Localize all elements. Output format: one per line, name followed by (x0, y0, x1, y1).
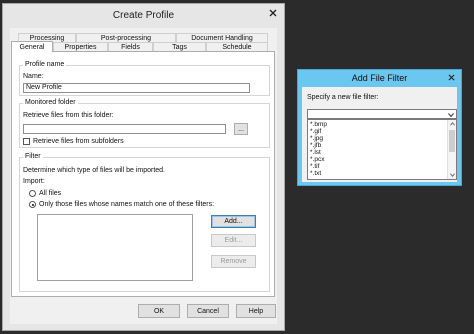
list-item[interactable]: *.jfb (310, 142, 321, 149)
edit-filter-button[interactable]: Edit... (211, 234, 256, 247)
help-button[interactable]: Help (236, 304, 276, 318)
filter-combo-input[interactable] (307, 109, 457, 119)
tab-general[interactable]: General (11, 41, 53, 52)
folder-path-input[interactable] (23, 124, 226, 134)
filter-options-list[interactable]: *.bmp *.gif *.jpg *.jfb *.lst *.pcx *.ti… (307, 119, 457, 180)
add-file-filter-titlebar[interactable]: Add File Filter (298, 70, 461, 86)
close-icon (447, 74, 455, 81)
tab-properties[interactable]: Properties (53, 42, 108, 51)
tab-fields[interactable]: Fields (108, 42, 153, 51)
filter-group: Filter Determine which type of files wil… (19, 153, 270, 292)
list-item[interactable]: *.lst (310, 149, 321, 156)
scroll-up-button[interactable] (448, 120, 456, 128)
chevron-up-icon (449, 122, 455, 126)
list-item[interactable]: *.jpg (310, 135, 323, 142)
create-profile-title: Create Profile (112, 9, 175, 21)
create-profile-titlebar[interactable]: Create Profile (3, 4, 284, 26)
filter-prompt: Specify a new file filter: (307, 94, 379, 101)
close-icon (269, 9, 277, 16)
profile-name-value: New Profile (26, 84, 62, 91)
only-files-label: Only those files whose names match one o… (39, 201, 215, 208)
filter-close-button[interactable] (444, 72, 458, 83)
tab-tags[interactable]: Tags (153, 42, 206, 51)
profile-name-group-title: Profile name (23, 61, 67, 68)
filter-list[interactable] (37, 214, 193, 281)
browse-button[interactable]: ... (234, 123, 248, 135)
filter-list-scrollbar[interactable] (447, 120, 456, 179)
add-filter-button[interactable]: Add... (211, 215, 256, 228)
filter-group-title: Filter (23, 153, 43, 160)
add-file-filter-title: Add File Filter (351, 73, 408, 83)
list-item[interactable]: *.pcx (310, 156, 324, 163)
filter-description: Determine which type of files will be im… (23, 167, 166, 174)
chevron-down-icon (449, 173, 455, 177)
list-item[interactable]: *.tif (310, 163, 319, 170)
all-files-label: All files (39, 190, 62, 197)
create-profile-window: Create Profile Processing Post-processin… (2, 3, 285, 331)
list-item[interactable]: *.bmp (310, 121, 327, 128)
monitored-folder-group-title: Monitored folder (23, 99, 78, 106)
monitored-folder-group: Monitored folder Retrieve files from thi… (19, 99, 270, 148)
list-item[interactable]: *.txt (310, 170, 321, 177)
ok-button[interactable]: OK (138, 304, 180, 318)
add-file-filter-client: Specify a new file filter: *.bmp *.gif *… (302, 87, 457, 182)
cancel-button[interactable]: Cancel (187, 304, 229, 318)
retrieve-folder-label: Retrieve files from this folder: (23, 112, 114, 119)
create-profile-client: Processing Post-processing Document Hand… (10, 28, 277, 324)
subfolders-label: Retrieve files from subfolders (33, 138, 124, 145)
all-files-radio[interactable] (29, 190, 36, 197)
tab-post-processing[interactable]: Post-processing (76, 33, 176, 42)
chevron-down-icon (448, 112, 454, 117)
tab-schedule[interactable]: Schedule (206, 42, 268, 51)
scroll-thumb[interactable] (449, 130, 455, 152)
profile-name-input[interactable]: New Profile (23, 83, 250, 93)
close-button[interactable] (263, 6, 283, 19)
import-label: Import: (23, 178, 45, 185)
subfolders-checkbox[interactable] (23, 138, 30, 145)
add-file-filter-window: Add File Filter Specify a new file filte… (297, 69, 462, 186)
name-label: Name: (23, 73, 44, 80)
tab-document-handling[interactable]: Document Handling (176, 33, 268, 42)
profile-name-group: Profile name Name: New Profile (19, 61, 270, 96)
list-item[interactable]: *.gif (310, 128, 321, 135)
tab-page-general: Profile name Name: New Profile Monitored… (11, 51, 275, 297)
only-files-radio[interactable] (29, 201, 36, 208)
scroll-down-button[interactable] (448, 171, 456, 179)
remove-filter-button[interactable]: Remove (211, 255, 256, 268)
filter-combo-dropdown[interactable] (447, 111, 455, 118)
